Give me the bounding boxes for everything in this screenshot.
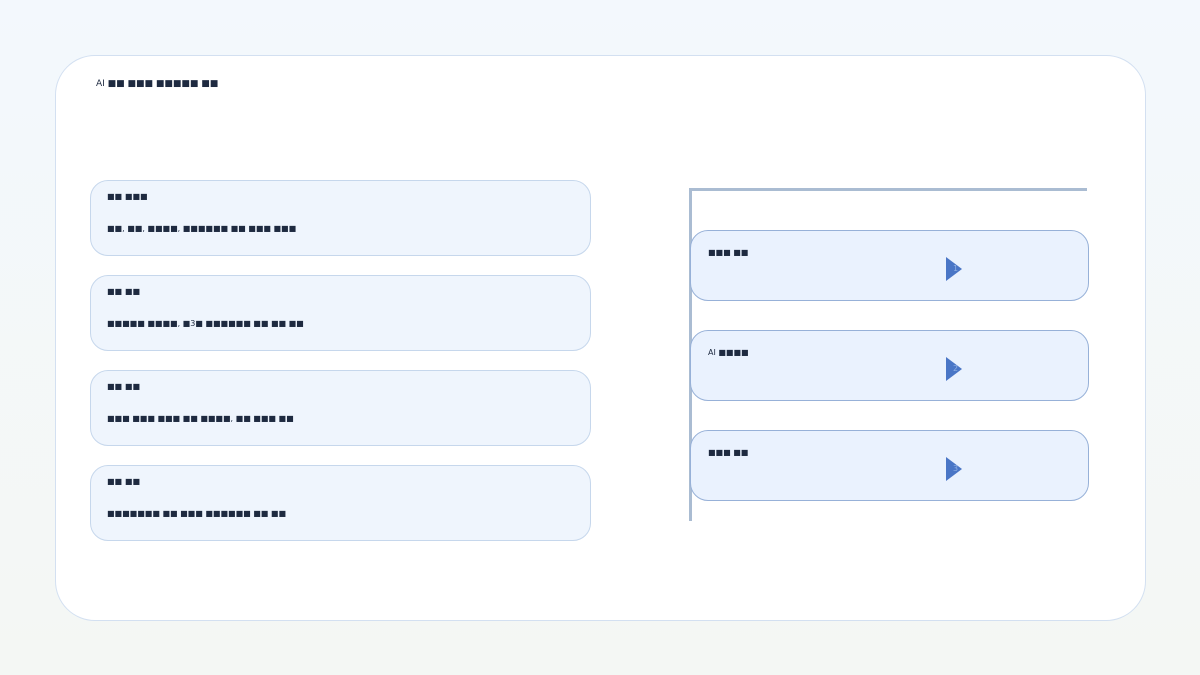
info-section-heading: ■■ ■■ <box>107 287 141 296</box>
flow-connector-top <box>689 188 1087 191</box>
flow-step-number: 2 <box>953 364 959 373</box>
info-section-heading: ■■ ■■■ <box>107 192 148 201</box>
info-section-1: ■■ ■■■ ■■, ■■, ■■■■, ■■■■■■ ■■ ■■■ ■■■ <box>90 180 591 256</box>
info-section-4: ■■ ■■ ■■■■■■■ ■■ ■■■ ■■■■■■ ■■ ■■ <box>90 465 591 541</box>
flow-step-2: AI ■■■■ 2 <box>690 330 1089 401</box>
info-section-2: ■■ ■■ ■■■■■ ■■■■, ■3■ ■■■■■■ ■■ ■■ ■■ <box>90 275 591 351</box>
flow-step-3: ■■■ ■■ 3 <box>690 430 1089 501</box>
flow-step-label: AI ■■■■ <box>708 348 749 357</box>
flow-step-number: 1 <box>953 264 959 273</box>
info-section-description: ■■■ ■■■ ■■■ ■■ ■■■■, ■■ ■■■ ■■ <box>107 414 294 423</box>
info-section-description: ■■■■■■■ ■■ ■■■ ■■■■■■ ■■ ■■ <box>107 509 287 518</box>
info-section-description: ■■, ■■, ■■■■, ■■■■■■ ■■ ■■■ ■■■ <box>107 224 297 233</box>
info-section-description: ■■■■■ ■■■■, ■3■ ■■■■■■ ■■ ■■ ■■ <box>107 319 304 328</box>
info-section-3: ■■ ■■ ■■■ ■■■ ■■■ ■■ ■■■■, ■■ ■■■ ■■ <box>90 370 591 446</box>
flow-step-1: ■■■ ■■ 1 <box>690 230 1089 301</box>
flow-step-number: 3 <box>953 464 959 473</box>
flow-step-label: ■■■ ■■ <box>708 248 749 257</box>
flow-step-label: ■■■ ■■ <box>708 448 749 457</box>
page-title: AI ■■ ■■■ ■■■■■ ■■ <box>96 79 219 89</box>
info-section-heading: ■■ ■■ <box>107 477 141 486</box>
info-section-heading: ■■ ■■ <box>107 382 141 391</box>
